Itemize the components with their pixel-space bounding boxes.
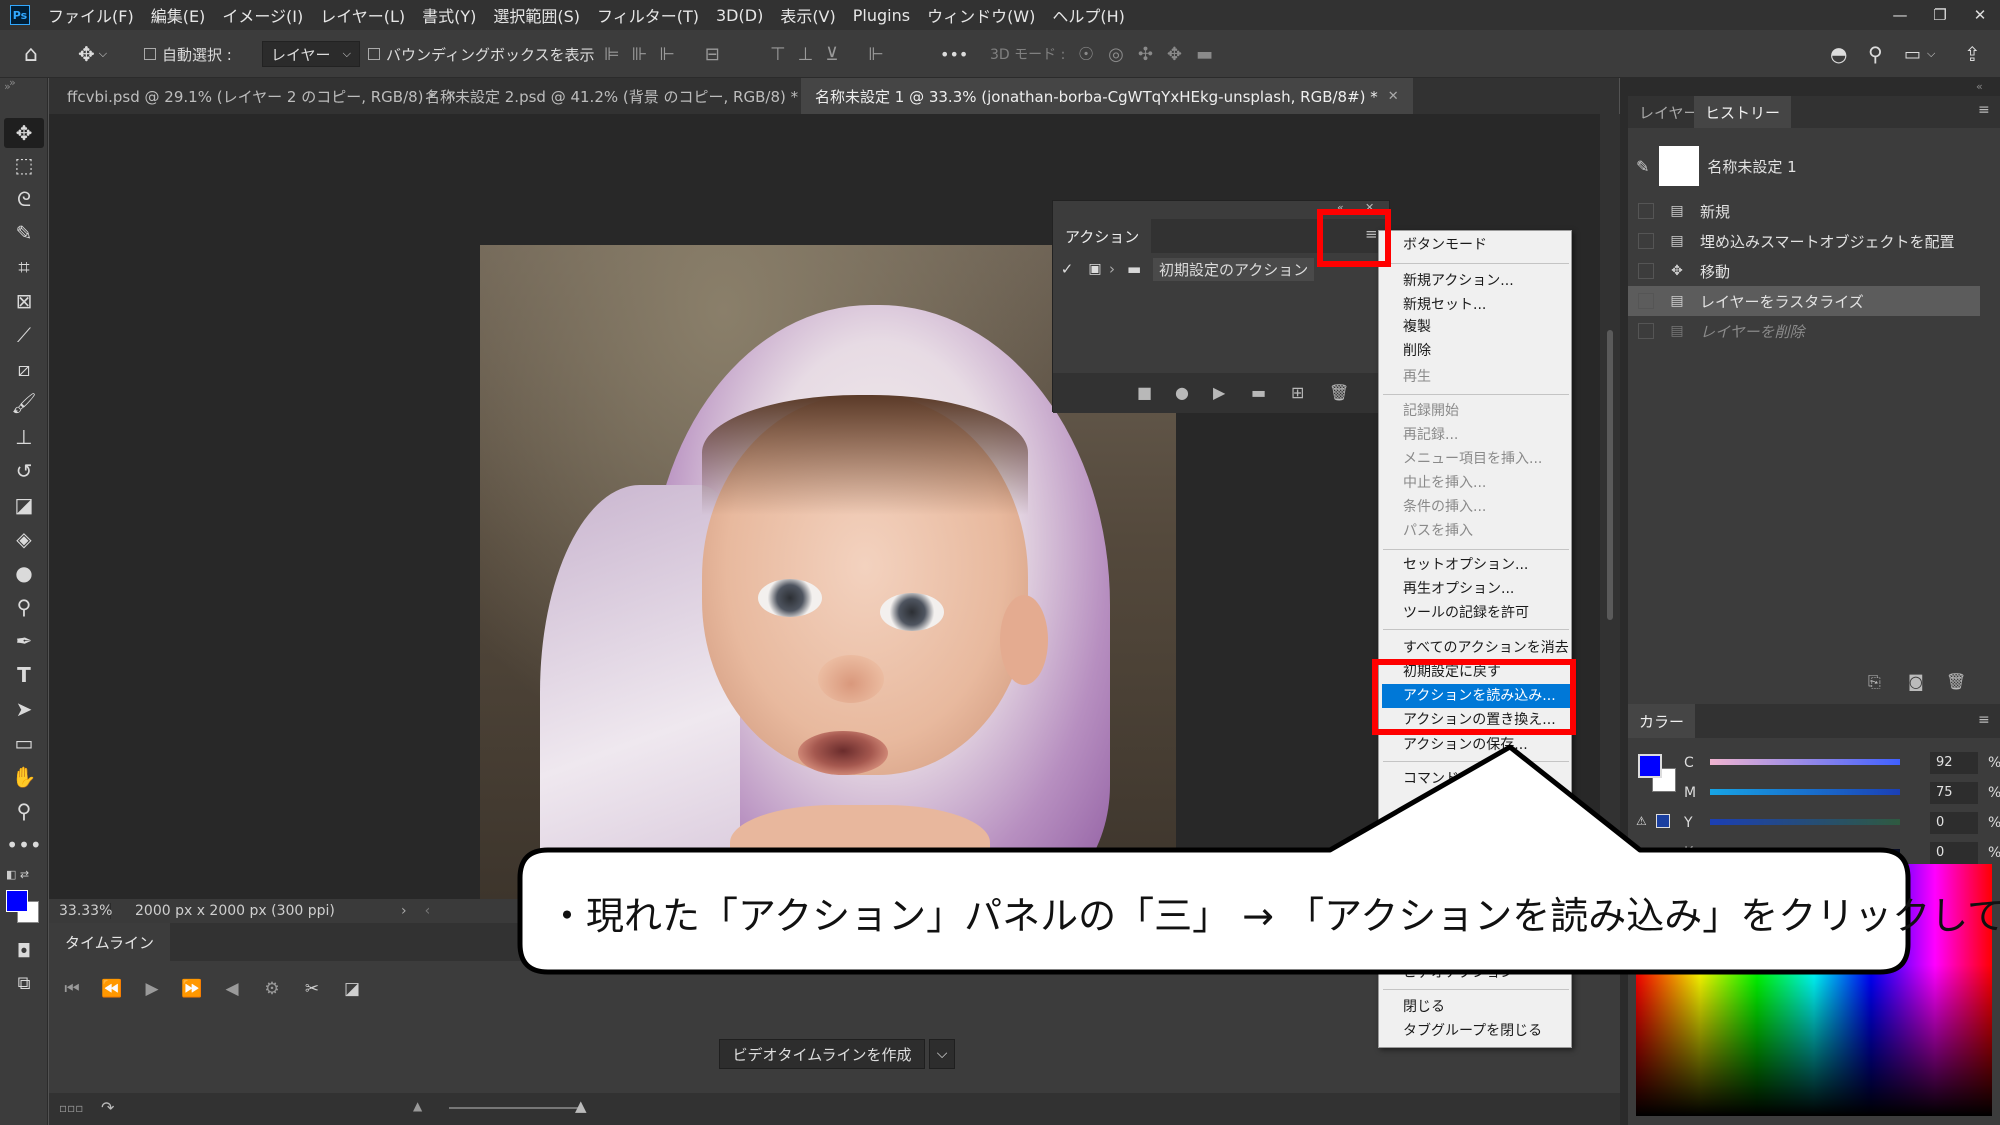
instruction-callout — [517, 744, 1911, 975]
foreground-color-swatch[interactable] — [6, 890, 28, 912]
foreground-color-swatch[interactable] — [1638, 754, 1662, 778]
photoshop-window: Ps ファイル(F) 編集(E) イメージ(I) レイヤー(L) 書式(Y) 選… — [0, 0, 2000, 1125]
instruction-text: ・現れた「アクション」パネルの「三」 → 「アクションを読み込み」をクリックして… — [548, 894, 2000, 938]
